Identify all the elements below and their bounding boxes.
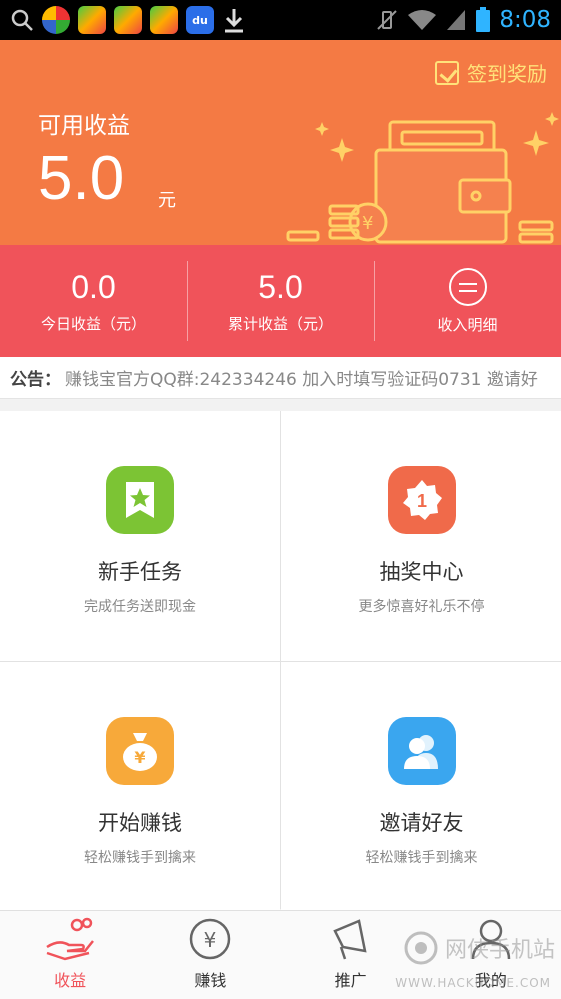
svg-text:¥: ¥: [204, 928, 217, 952]
today-earnings: 0.0 今日收益（元）: [0, 245, 187, 357]
badge-number-icon: 1: [387, 466, 456, 534]
income-detail-button[interactable]: 收入明细: [374, 245, 561, 357]
signal-icon: [447, 10, 466, 30]
announcement-label: 公告：: [10, 370, 61, 390]
app-icon-3: [114, 6, 142, 34]
yen-circle-icon: ¥: [190, 918, 231, 960]
svg-text:¥: ¥: [362, 213, 373, 234]
announcement-bar[interactable]: 公告： 赚钱宝官方QQ群:242334246 加入时填写验证码0731 邀请好: [0, 357, 561, 399]
signin-label: 签到奖励: [467, 62, 547, 86]
currency-unit: 元: [158, 190, 176, 211]
checkbox-icon: [435, 60, 459, 85]
megaphone-icon: [332, 919, 367, 960]
app-icon-4: [150, 6, 178, 34]
status-bar: du 8:08: [0, 0, 561, 40]
tile-title: 抽奖中心: [379, 560, 464, 584]
app-icon-1: [42, 6, 70, 34]
clock: 8:08: [499, 7, 551, 33]
available-earnings-value: 5.0: [38, 144, 125, 213]
bookmark-star-icon: [106, 466, 174, 534]
vibrate-off-icon: [377, 10, 398, 30]
stats-bar: 0.0 今日收益（元） 5.0 累计收益（元） 收入明细: [0, 245, 561, 357]
nav-make-money[interactable]: ¥ 赚钱: [140, 911, 280, 999]
total-earnings-value: 5.0: [258, 269, 303, 306]
tile-subtitle: 完成任务送即现金: [84, 599, 196, 615]
tile-subtitle: 更多惊喜好礼乐不停: [358, 599, 485, 615]
hand-coins-icon: [46, 917, 95, 961]
baidu-icon: du: [186, 6, 214, 34]
total-earnings-label: 累计收益（元）: [227, 314, 333, 333]
nav-label: 推广: [334, 971, 367, 990]
signin-reward-button[interactable]: 签到奖励: [435, 58, 547, 87]
search-icon: [11, 9, 33, 31]
nav-label: 收益: [54, 971, 87, 990]
tile-subtitle: 轻松赚钱手到擒来: [84, 850, 196, 866]
tile-title: 开始赚钱: [98, 811, 182, 835]
tile-title: 邀请好友: [379, 811, 464, 835]
money-bag-icon: ¥: [106, 717, 174, 785]
invite-friends-tile[interactable]: 邀请好友 轻松赚钱手到擒来: [281, 662, 561, 910]
today-earnings-value: 0.0: [71, 269, 116, 306]
download-icon: [225, 9, 243, 33]
app-screen: du 8:08 签到奖励 可用收益 5.0 元 ¥ 0.0 今日收益（元） 5.…: [0, 0, 561, 999]
earnings-header: 签到奖励 可用收益 5.0 元 ¥: [0, 40, 561, 245]
wallet-illustration: ¥: [286, 112, 559, 244]
income-detail-label: 收入明细: [437, 315, 498, 334]
start-earning-tile[interactable]: ¥ 开始赚钱 轻松赚钱手到擒来: [0, 662, 280, 910]
total-earnings: 5.0 累计收益（元）: [187, 245, 374, 357]
announcement-text: 赚钱宝官方QQ群:242334246 加入时填写验证码0731 邀请好: [65, 370, 538, 390]
friends-icon: [387, 717, 456, 785]
list-icon: [448, 267, 487, 306]
app-icon-2: [78, 6, 106, 34]
available-earnings-label: 可用收益: [38, 113, 130, 139]
today-earnings-label: 今日收益（元）: [40, 314, 146, 333]
watermark-url: WWW.HACKHOME.COM: [395, 976, 551, 990]
battery-icon: [476, 7, 491, 32]
user-icon: [471, 919, 511, 960]
tile-subtitle: 轻松赚钱手到擒来: [365, 850, 478, 866]
svg-text:1: 1: [416, 491, 426, 511]
wifi-icon: [408, 10, 437, 30]
lottery-center-tile[interactable]: 1 抽奖中心 更多惊喜好礼乐不停: [281, 411, 561, 661]
svg-text:¥: ¥: [134, 748, 145, 767]
feature-grid: 新手任务 完成任务送即现金 1 抽奖中心 更多惊喜好礼乐不停 ¥ 开始赚钱 轻松…: [0, 411, 561, 910]
newbie-tasks-tile[interactable]: 新手任务 完成任务送即现金: [0, 411, 280, 661]
tile-title: 新手任务: [98, 560, 182, 584]
nav-earnings[interactable]: 收益: [0, 911, 140, 999]
nav-label: 赚钱: [194, 971, 227, 990]
